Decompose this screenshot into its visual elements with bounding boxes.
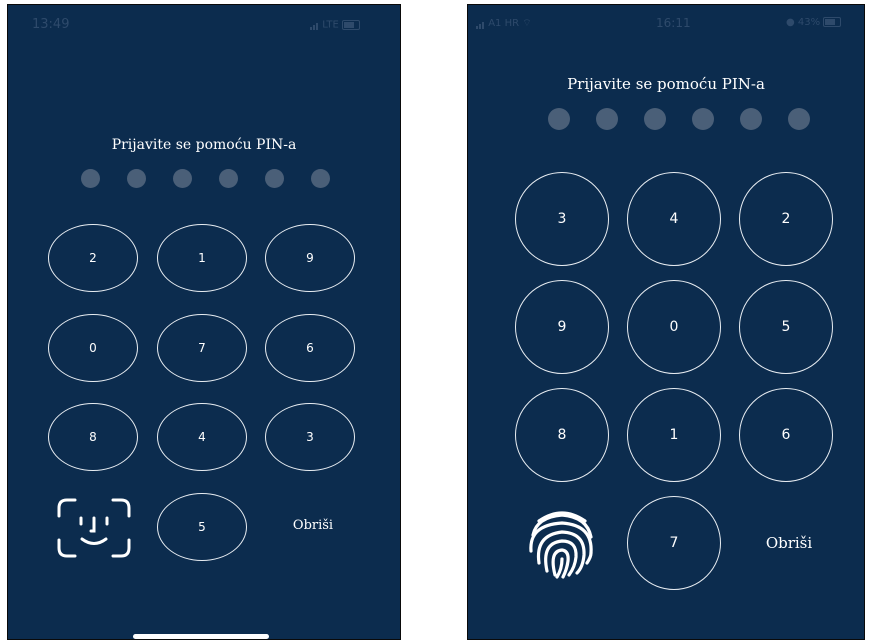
pin-dot (692, 108, 714, 130)
status-bar: 13:49 LTE (8, 5, 400, 35)
phone-screen-face-id: 13:49 LTE Prijavite se pomoću PIN-a 2 1 … (7, 4, 401, 640)
pin-dot (596, 108, 618, 130)
pin-key[interactable]: 2 (48, 224, 138, 292)
pin-dot (548, 108, 570, 130)
pin-key[interactable]: 7 (627, 496, 721, 590)
pin-key[interactable]: 0 (627, 280, 721, 374)
pin-key[interactable]: 6 (265, 314, 355, 382)
signal-icon (476, 18, 485, 29)
pin-key[interactable]: 2 (739, 172, 833, 266)
pin-dot (81, 169, 100, 188)
pin-key[interactable]: 6 (739, 388, 833, 482)
pin-dot (788, 108, 810, 130)
pin-key[interactable]: 0 (48, 314, 138, 382)
pin-dot (173, 169, 192, 188)
home-indicator (133, 634, 269, 639)
pin-key[interactable]: 9 (265, 224, 355, 292)
pin-dot (219, 169, 238, 188)
face-id-icon[interactable] (57, 498, 131, 558)
pin-dot (740, 108, 762, 130)
login-title: Prijavite se pomoću PIN-a (111, 137, 297, 153)
status-time: 13:49 (32, 17, 70, 32)
pin-dots (548, 108, 810, 130)
status-carrier: A1 HR ⌔ (476, 17, 532, 30)
pin-key[interactable]: 9 (515, 280, 609, 374)
status-indicators: ● 43% (786, 17, 842, 28)
pin-key[interactable]: 3 (265, 403, 355, 471)
pin-dot (311, 169, 330, 188)
alarm-icon: ● (786, 17, 795, 28)
status-carrier-name: A1 HR (488, 18, 520, 29)
status-indicators: LTE (310, 19, 360, 31)
pin-key[interactable]: 4 (157, 403, 247, 471)
status-network: LTE (322, 19, 339, 31)
pin-key[interactable]: 4 (627, 172, 721, 266)
pin-key[interactable]: 8 (48, 403, 138, 471)
pin-key[interactable]: 8 (515, 388, 609, 482)
pin-key[interactable]: 1 (157, 224, 247, 292)
pin-dot (127, 169, 146, 188)
status-time: 16:11 (656, 16, 691, 30)
wifi-icon: ⌔ (522, 18, 532, 29)
pin-dot (265, 169, 284, 188)
phone-screen-fingerprint: A1 HR ⌔ 16:11 ● 43% Prijavite se pomoću … (467, 4, 865, 640)
delete-button[interactable]: Obriši (278, 518, 348, 533)
battery-percent: 43% (797, 17, 821, 28)
login-title: Prijavite se pomoću PIN-a (567, 75, 765, 93)
battery-icon (342, 19, 360, 30)
pin-key[interactable]: 7 (157, 314, 247, 382)
signal-icon (310, 19, 319, 30)
pin-dots (81, 169, 330, 188)
pin-key[interactable]: 1 (627, 388, 721, 482)
pin-key[interactable]: 5 (157, 493, 247, 561)
delete-button[interactable]: Obriši (751, 534, 827, 552)
pin-key[interactable]: 5 (739, 280, 833, 374)
pin-dot (644, 108, 666, 130)
status-bar: A1 HR ⌔ 16:11 ● 43% (468, 5, 864, 35)
pin-key[interactable]: 3 (515, 172, 609, 266)
battery-icon (823, 17, 842, 27)
fingerprint-icon[interactable] (525, 505, 599, 579)
